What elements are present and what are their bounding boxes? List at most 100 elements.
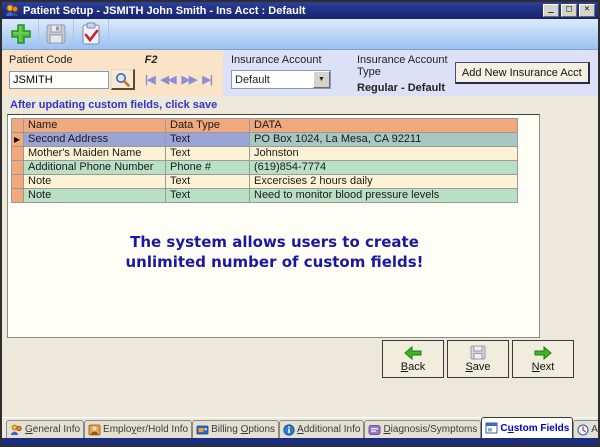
add-plus-icon (9, 22, 33, 46)
save-floppy-icon (44, 22, 68, 46)
tab-billing-options[interactable]: Billing Options (192, 420, 279, 438)
tab-appointments[interactable]: Appointments (573, 420, 600, 438)
close-button[interactable]: ✕ (579, 4, 595, 17)
custom-fields-icon (485, 422, 498, 434)
table-header-row: Name Data Type DATA (12, 119, 518, 133)
employer-icon (88, 424, 101, 436)
insurance-panel: Insurance Account Default ▼ Insurance Ac… (223, 50, 598, 96)
cell-name[interactable]: Note (24, 189, 166, 203)
promo-message-line2: unlimited number of custom fields! (8, 253, 541, 273)
diagnosis-icon (368, 424, 381, 436)
tab-label: Custom Fields (500, 423, 569, 434)
cell-type[interactable]: Phone # (166, 161, 250, 175)
table-row[interactable]: ▶ Second Address Text PO Box 1024, La Me… (12, 133, 518, 147)
bottom-border-bar (2, 438, 598, 445)
patient-setup-window: Patient Setup - JSMITH John Smith - Ins … (0, 0, 600, 447)
save-button[interactable]: Save (447, 340, 509, 378)
row-selector-cell (12, 189, 24, 203)
info-icon (283, 424, 295, 436)
wizard-buttons: Back Save Next (382, 340, 574, 378)
patient-code-label: Patient Code (9, 54, 73, 66)
next-button-label: Next (532, 361, 555, 373)
tab-diagnosis-symptoms[interactable]: Diagnosis/Symptoms (364, 420, 481, 438)
clipboard-check-icon (80, 22, 102, 46)
row-selector-icon: ▶ (12, 133, 24, 147)
main-content: Name Data Type DATA ▶ Second Address Tex… (2, 114, 598, 419)
row-selector-cell (12, 175, 24, 189)
window-title: Patient Setup - JSMITH John Smith - Ins … (23, 5, 306, 17)
tab-custom-fields[interactable]: Custom Fields (481, 417, 573, 438)
previous-record-icon[interactable]: ◀◀ (161, 73, 176, 86)
cell-type[interactable]: Text (166, 175, 250, 189)
tab-label: Employer/Hold Info (103, 424, 188, 435)
cell-data[interactable]: Johnston (250, 147, 518, 161)
save-floppy-icon (470, 345, 486, 360)
cell-type[interactable]: Text (166, 147, 250, 161)
add-button[interactable] (4, 19, 39, 49)
first-record-icon[interactable]: |◀ (145, 73, 155, 86)
tab-general-info[interactable]: General Info (6, 420, 84, 438)
tab-additional-info[interactable]: Additional Info (279, 420, 364, 438)
table-row[interactable]: Mother's Maiden Name Text Johnston (12, 147, 518, 161)
tab-employer-hold-info[interactable]: Employer/Hold Info (84, 420, 192, 438)
minimize-button[interactable]: _ (543, 4, 559, 17)
patient-panel: Patient Code F2 |◀ ◀◀ ▶▶ ▶| (2, 50, 223, 96)
chevron-down-icon: ▼ (313, 71, 330, 88)
toolbar (2, 19, 598, 50)
cell-data[interactable]: Need to monitor blood pressure levels (250, 189, 518, 203)
cell-data[interactable]: Excercises 2 hours daily (250, 175, 518, 189)
billing-icon (196, 424, 209, 436)
insurance-account-type-value: Regular - Default (357, 82, 455, 94)
row-selector-cell (12, 161, 24, 175)
field-row: Patient Code F2 |◀ ◀◀ ▶▶ ▶| (2, 50, 598, 96)
row-selector-header (12, 119, 24, 133)
next-record-icon[interactable]: ▶▶ (181, 73, 196, 86)
table-row[interactable]: Note Text Excercises 2 hours daily (12, 175, 518, 189)
save-toolbar-button[interactable] (39, 19, 74, 49)
column-header-datatype[interactable]: Data Type (166, 119, 250, 133)
cell-data[interactable]: PO Box 1024, La Mesa, CA 92211 (250, 133, 518, 147)
f2-shortcut-label: F2 (145, 54, 158, 66)
cell-type[interactable]: Text (166, 133, 250, 147)
save-button-label: Save (465, 361, 490, 373)
verify-button[interactable] (74, 19, 109, 49)
column-header-data[interactable]: DATA (250, 119, 518, 133)
tab-label: General Info (25, 424, 80, 435)
custom-fields-table: Name Data Type DATA ▶ Second Address Tex… (11, 118, 518, 203)
last-record-icon[interactable]: ▶| (202, 73, 212, 86)
tab-label: Additional Info (297, 424, 360, 435)
cell-name[interactable]: Additional Phone Number (24, 161, 166, 175)
table-row[interactable]: Additional Phone Number Phone # (619)854… (12, 161, 518, 175)
insurance-account-type-label: Insurance Account Type (357, 54, 455, 78)
next-button[interactable]: Next (512, 340, 574, 378)
bottom-tabstrip: General Info Employer/Hold Info Billing … (2, 417, 598, 438)
insurance-account-dropdown[interactable]: Default ▼ (231, 70, 331, 89)
table-row[interactable]: Note Text Need to monitor blood pressure… (12, 189, 518, 203)
people-icon (10, 424, 23, 436)
cell-name[interactable]: Note (24, 175, 166, 189)
tab-label: Billing Options (211, 424, 275, 435)
insurance-account-label: Insurance Account (231, 54, 331, 66)
promo-message-line1: The system allows users to create (8, 233, 541, 253)
record-navigator: |◀ ◀◀ ▶▶ ▶| (145, 73, 212, 86)
custom-fields-panel: Name Data Type DATA ▶ Second Address Tex… (7, 114, 540, 338)
column-header-name[interactable]: Name (24, 119, 166, 133)
promo-message: The system allows users to create unlimi… (8, 233, 541, 272)
row-selector-cell (12, 147, 24, 161)
cell-type[interactable]: Text (166, 189, 250, 203)
back-button-label: Back (401, 361, 425, 373)
patient-code-input[interactable] (9, 71, 109, 89)
patient-search-button[interactable] (111, 69, 135, 90)
tab-label: Appointments (591, 424, 600, 435)
notice-text: After updating custom fields, click save (2, 96, 598, 114)
cell-name[interactable]: Mother's Maiden Name (24, 147, 166, 161)
add-new-insurance-acct-button[interactable]: Add New Insurance Acct (455, 62, 590, 84)
search-icon (115, 72, 130, 87)
cell-name[interactable]: Second Address (24, 133, 166, 147)
maximize-button[interactable]: □ (561, 4, 577, 17)
back-button[interactable]: Back (382, 340, 444, 378)
cell-data[interactable]: (619)854-7774 (250, 161, 518, 175)
next-arrow-icon (534, 346, 552, 360)
clock-icon (577, 424, 589, 436)
titlebar: Patient Setup - JSMITH John Smith - Ins … (2, 2, 598, 19)
